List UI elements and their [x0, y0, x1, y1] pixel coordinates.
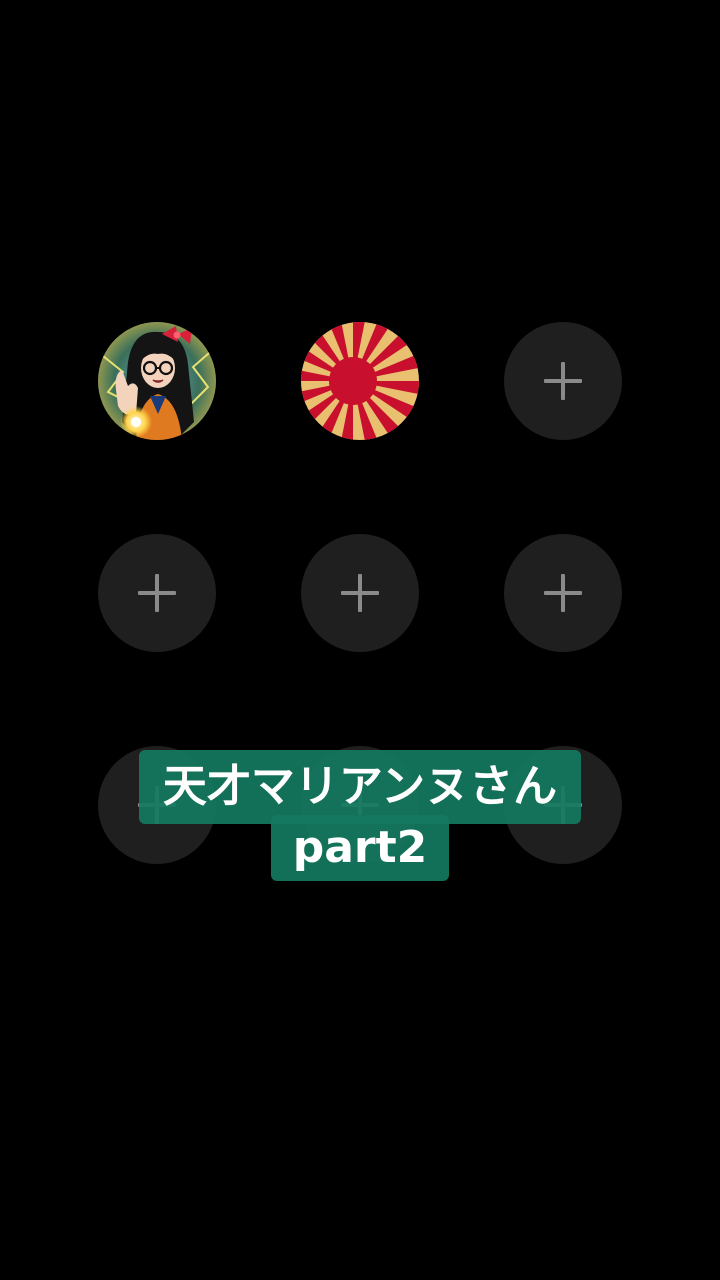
- caption-subtitle: part2: [270, 815, 450, 881]
- avatar-slot-1[interactable]: [98, 322, 216, 440]
- add-slot-4[interactable]: [98, 534, 216, 652]
- plus-icon: [341, 574, 379, 612]
- anime-girl-avatar-icon: [98, 322, 216, 440]
- add-slot-3[interactable]: [504, 322, 622, 440]
- plus-icon: [138, 574, 176, 612]
- avatar-slot-2[interactable]: [301, 322, 419, 440]
- plus-icon: [544, 362, 582, 400]
- rising-sun-flag-icon: [301, 322, 419, 440]
- caption-line-1-wrapper: 天才マリアンヌさん: [0, 750, 720, 824]
- add-slot-5[interactable]: [301, 534, 419, 652]
- caption-title: 天才マリアンヌさん: [138, 750, 582, 824]
- plus-icon: [544, 574, 582, 612]
- caption-line-2-wrapper: part2: [0, 815, 720, 881]
- add-slot-6[interactable]: [504, 534, 622, 652]
